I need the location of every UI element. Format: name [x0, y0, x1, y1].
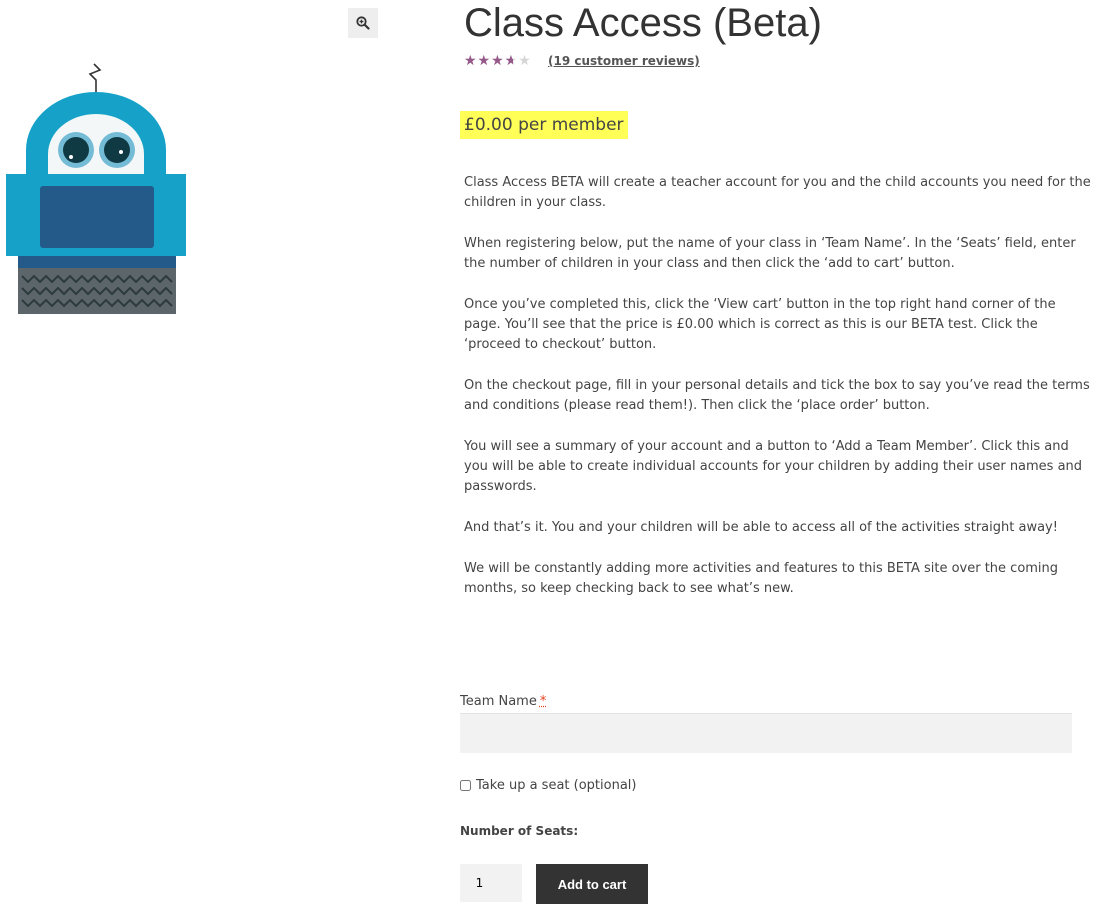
customer-reviews-link[interactable]: (19 customer reviews)	[548, 54, 700, 68]
quantity-input[interactable]	[460, 864, 522, 902]
take-seat-label: Take up a seat (optional)	[476, 778, 637, 793]
description-paragraph: We will be constantly adding more activi…	[464, 561, 1059, 596]
star-rating-filled: ★★★★★	[464, 54, 513, 68]
team-name-label-text: Team Name	[460, 694, 537, 709]
take-seat-checkbox[interactable]	[460, 780, 471, 791]
description-paragraph: And that’s it. You and your children wil…	[464, 520, 1058, 535]
required-marker: *	[539, 694, 547, 709]
description-paragraph: On the checkout page, fill in your perso…	[464, 378, 1090, 413]
product-title: Class Access (Beta)	[464, 1, 822, 45]
take-seat-row[interactable]: Take up a seat (optional)	[460, 778, 636, 793]
zoom-image-button[interactable]	[348, 8, 378, 38]
team-name-input[interactable]	[460, 713, 1072, 753]
product-image-robot[interactable]	[4, 62, 188, 316]
star-rating: ★★★★★ ★★★★★	[464, 54, 540, 68]
description-paragraph: When registering below, put the name of …	[464, 236, 1076, 271]
product-description: Class Access BETA will create a teacher …	[464, 173, 1092, 620]
description-paragraph: Once you’ve completed this, click the ‘V…	[464, 297, 1056, 352]
rating-row: ★★★★★ ★★★★★ (19 customer reviews)	[464, 54, 700, 68]
description-paragraph: Class Access BETA will create a teacher …	[464, 175, 1091, 210]
number-of-seats-label: Number of Seats:	[460, 824, 579, 838]
description-paragraph: You will see a summary of your account a…	[464, 439, 1083, 494]
product-price: £0.00 per member	[460, 111, 628, 139]
team-name-label: Team Name *	[460, 694, 546, 709]
add-to-cart-button[interactable]: Add to cart	[536, 864, 648, 904]
zoom-icon	[356, 16, 370, 30]
